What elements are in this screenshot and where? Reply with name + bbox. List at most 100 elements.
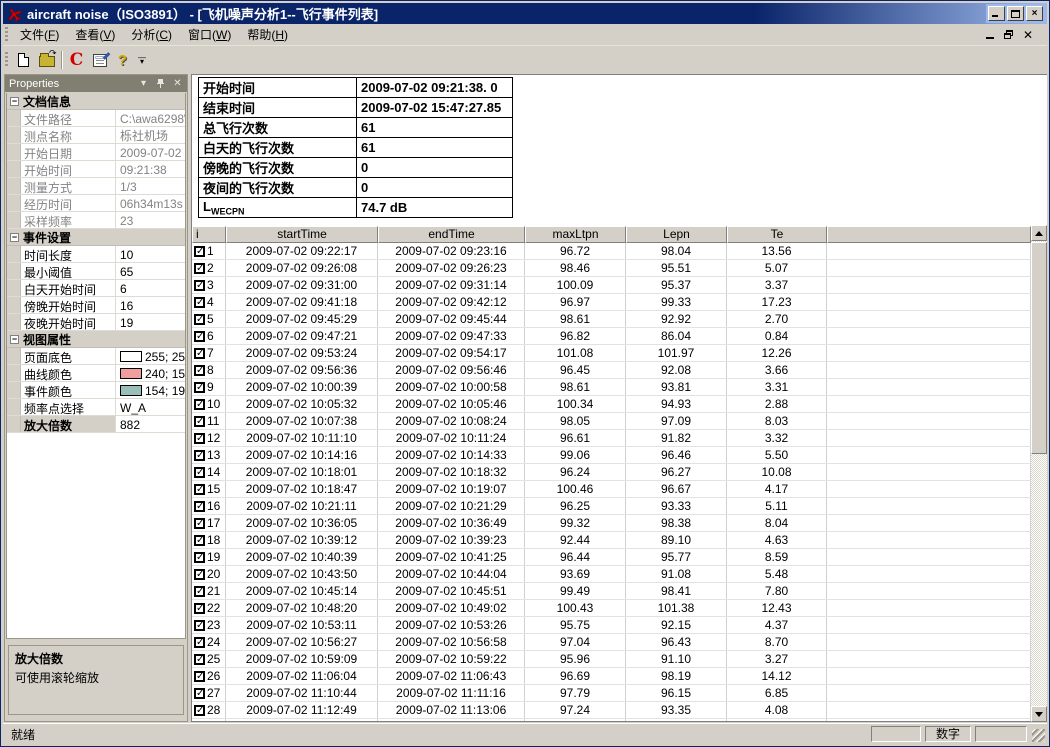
event-row[interactable]: ✓222009-07-02 10:48:202009-07-02 10:49:0… (192, 600, 1031, 617)
row-checkbox-checked[interactable]: ✓ (194, 399, 205, 410)
menu-item-4[interactable]: 帮助(H) (239, 24, 296, 45)
property-row[interactable]: 测量方式1/3 (7, 178, 185, 195)
event-row-partial[interactable] (192, 719, 1031, 721)
row-checkbox-checked[interactable]: ✓ (194, 518, 205, 529)
event-row[interactable]: ✓132009-07-02 10:14:162009-07-02 10:14:3… (192, 447, 1031, 464)
row-checkbox-checked[interactable]: ✓ (194, 263, 205, 274)
event-row[interactable]: ✓102009-07-02 10:05:322009-07-02 10:05:4… (192, 396, 1031, 413)
close-panel-icon[interactable]: ✕ (172, 78, 183, 89)
row-checkbox-checked[interactable]: ✓ (194, 603, 205, 614)
mdi-close-icon[interactable]: ✕ (1023, 29, 1035, 41)
column-header-Te[interactable]: Te (727, 226, 827, 243)
row-checkbox-checked[interactable]: ✓ (194, 365, 205, 376)
property-value[interactable]: 19 (116, 314, 185, 330)
help-button[interactable]: ? (111, 49, 134, 71)
row-checkbox-checked[interactable]: ✓ (194, 501, 205, 512)
event-row[interactable]: ✓152009-07-02 10:18:472009-07-02 10:19:0… (192, 481, 1031, 498)
property-row[interactable]: 放大倍数882 (7, 416, 185, 433)
menu-item-3[interactable]: 窗口(W) (180, 24, 239, 45)
column-header-i[interactable]: i (192, 226, 226, 243)
property-value[interactable]: 栎社机场 (116, 127, 185, 143)
mdi-restore-icon[interactable] (1004, 30, 1013, 39)
toolbar-grip[interactable] (5, 52, 8, 68)
property-value[interactable]: 06h34m13s (116, 195, 185, 211)
vertical-scrollbar[interactable] (1031, 225, 1047, 722)
menu-item-0[interactable]: 文件(F) (12, 24, 67, 45)
property-row[interactable]: 夜晚开始时间19 (7, 314, 185, 331)
event-row[interactable]: ✓232009-07-02 10:53:112009-07-02 10:53:2… (192, 617, 1031, 634)
mdi-minimize-icon[interactable] (986, 31, 994, 39)
properties-button[interactable] (88, 49, 111, 71)
event-row[interactable]: ✓242009-07-02 10:56:272009-07-02 10:56:5… (192, 634, 1031, 651)
properties-panel-header[interactable]: Properties ▾ ✕ (5, 75, 187, 92)
property-row[interactable]: 频率点选择W_A (7, 399, 185, 416)
column-header-endTime[interactable]: endTime (378, 226, 525, 243)
property-value[interactable]: 1/3 (116, 178, 185, 194)
menu-item-1[interactable]: 查看(V) (67, 24, 123, 45)
property-value[interactable]: 154; 191; 18 (116, 382, 185, 398)
property-row[interactable]: 经历时间06h34m13s (7, 195, 185, 212)
new-document-button[interactable] (12, 49, 35, 71)
event-row[interactable]: ✓112009-07-02 10:07:382009-07-02 10:08:2… (192, 413, 1031, 430)
property-row[interactable]: 测点名称栎社机场 (7, 127, 185, 144)
property-row[interactable]: 页面底色255; 255; 25 (7, 348, 185, 365)
scrollbar-thumb[interactable] (1031, 242, 1047, 454)
row-checkbox-checked[interactable]: ✓ (194, 671, 205, 682)
row-checkbox-checked[interactable]: ✓ (194, 552, 205, 563)
property-value[interactable]: W_A (116, 399, 185, 415)
property-row[interactable]: 采样频率23 (7, 212, 185, 229)
event-row[interactable]: ✓62009-07-02 09:47:212009-07-02 09:47:33… (192, 328, 1031, 345)
event-row[interactable]: ✓212009-07-02 10:45:142009-07-02 10:45:5… (192, 583, 1031, 600)
row-checkbox-checked[interactable]: ✓ (194, 280, 205, 291)
row-checkbox-checked[interactable]: ✓ (194, 569, 205, 580)
event-row[interactable]: ✓22009-07-02 09:26:082009-07-02 09:26:23… (192, 260, 1031, 277)
row-checkbox-checked[interactable]: ✓ (194, 382, 205, 393)
property-category[interactable]: −事件设置 (7, 229, 185, 246)
collapse-icon[interactable]: − (10, 233, 19, 242)
collapse-icon[interactable]: − (10, 97, 19, 106)
property-value[interactable]: C:\awa6298\机场 (116, 110, 185, 126)
resize-grip[interactable] (1032, 729, 1045, 742)
event-row[interactable]: ✓162009-07-02 10:21:112009-07-02 10:21:2… (192, 498, 1031, 515)
collapse-icon[interactable]: − (10, 335, 19, 344)
property-value[interactable]: 23 (116, 212, 185, 228)
row-checkbox-checked[interactable]: ✓ (194, 637, 205, 648)
property-row[interactable]: 时间长度10 (7, 246, 185, 263)
event-row[interactable]: ✓172009-07-02 10:36:052009-07-02 10:36:4… (192, 515, 1031, 532)
row-checkbox-checked[interactable]: ✓ (194, 416, 205, 427)
property-value[interactable]: 10 (116, 246, 185, 262)
property-row[interactable]: 白天开始时间6 (7, 280, 185, 297)
event-row[interactable]: ✓142009-07-02 10:18:012009-07-02 10:18:3… (192, 464, 1031, 481)
event-row[interactable]: ✓32009-07-02 09:31:002009-07-02 09:31:14… (192, 277, 1031, 294)
row-checkbox-checked[interactable]: ✓ (194, 654, 205, 665)
column-header-startTime[interactable]: startTime (226, 226, 378, 243)
row-checkbox-checked[interactable]: ✓ (194, 348, 205, 359)
event-row[interactable]: ✓72009-07-02 09:53:242009-07-02 09:54:17… (192, 345, 1031, 362)
property-row[interactable]: 事件颜色154; 191; 18 (7, 382, 185, 399)
scroll-down-button[interactable] (1031, 706, 1047, 722)
property-value[interactable]: 2009-07-02 (116, 144, 185, 160)
property-value[interactable]: 65 (116, 263, 185, 279)
event-row[interactable]: ✓52009-07-02 09:45:292009-07-02 09:45:44… (192, 311, 1031, 328)
row-checkbox-checked[interactable]: ✓ (194, 586, 205, 597)
row-checkbox-checked[interactable]: ✓ (194, 433, 205, 444)
row-checkbox-checked[interactable]: ✓ (194, 484, 205, 495)
property-row[interactable]: 开始时间09:21:38 (7, 161, 185, 178)
property-value[interactable]: 09:21:38 (116, 161, 185, 177)
chevron-down-icon[interactable]: ▾ (138, 78, 149, 89)
event-row[interactable]: ✓202009-07-02 10:43:502009-07-02 10:44:0… (192, 566, 1031, 583)
event-row[interactable]: ✓272009-07-02 11:10:442009-07-02 11:11:1… (192, 685, 1031, 702)
menubar-grip[interactable] (5, 27, 8, 43)
property-row[interactable]: 开始日期2009-07-02 (7, 144, 185, 161)
property-category[interactable]: −视图属性 (7, 331, 185, 348)
event-row[interactable]: ✓42009-07-02 09:41:182009-07-02 09:42:12… (192, 294, 1031, 311)
row-checkbox-checked[interactable]: ✓ (194, 331, 205, 342)
event-row[interactable]: ✓192009-07-02 10:40:392009-07-02 10:41:2… (192, 549, 1031, 566)
column-header-Lepn[interactable]: Lepn (626, 226, 727, 243)
event-row[interactable]: ✓82009-07-02 09:56:362009-07-02 09:56:46… (192, 362, 1031, 379)
event-row[interactable]: ✓182009-07-02 10:39:122009-07-02 10:39:2… (192, 532, 1031, 549)
property-value[interactable]: 240; 158; 15 (116, 365, 185, 381)
row-checkbox-checked[interactable]: ✓ (194, 688, 205, 699)
row-checkbox-checked[interactable]: ✓ (194, 467, 205, 478)
scroll-up-button[interactable] (1031, 225, 1047, 241)
